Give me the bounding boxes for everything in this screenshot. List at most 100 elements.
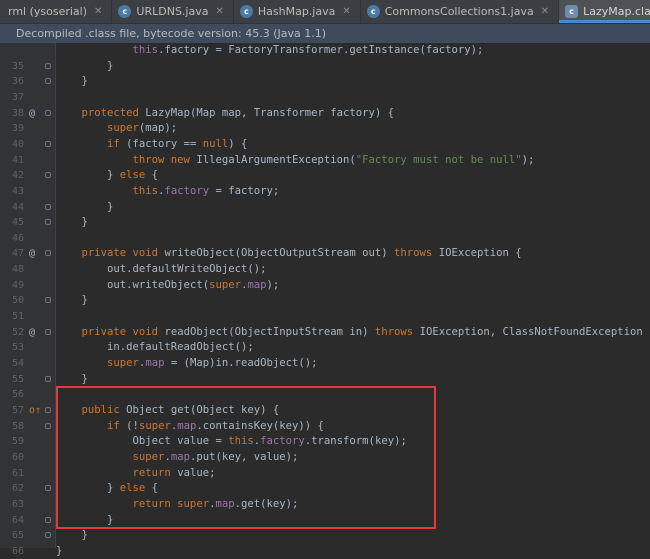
code-line: 46	[0, 231, 650, 246]
code-token: .get(key);	[234, 498, 299, 510]
close-tab-icon[interactable]: ✕	[342, 6, 350, 17]
code-text: }	[56, 544, 62, 559]
code-line: 59 Object value = this.factory.transform…	[0, 434, 650, 449]
code-text: out.defaultWriteObject();	[56, 262, 266, 277]
code-text: } else {	[56, 168, 158, 183]
fold-toggle-icon[interactable]	[45, 517, 51, 523]
code-token: IOException {	[438, 247, 522, 259]
code-line: 58 if (!super.map.containsKey(key)) {	[0, 419, 650, 434]
code-token: (factory ==	[126, 138, 203, 150]
code-token: out.writeObject(	[56, 279, 210, 291]
code-text: if (factory == null) {	[56, 137, 247, 152]
code-text: }	[56, 74, 88, 89]
code-line: 39 super(map);	[0, 121, 650, 136]
fold-toggle-icon[interactable]	[45, 78, 51, 84]
code-text: super(map);	[56, 121, 177, 136]
fold-toggle-icon[interactable]	[45, 407, 51, 413]
tab-rml-ysoserial[interactable]: rml (ysoserial) ✕	[0, 0, 113, 23]
code-text: return value;	[56, 466, 216, 481]
code-text: }	[56, 513, 113, 528]
code-token: .factory = FactoryTransformer.getInstanc…	[158, 44, 484, 56]
code-text: this.factory = FactoryTransformer.getIns…	[56, 43, 484, 58]
code-line: 64 }	[0, 513, 650, 528]
fold-toggle-icon[interactable]	[45, 423, 51, 429]
fold-toggle-icon[interactable]	[45, 297, 51, 303]
code-editor[interactable]: this.factory = FactoryTransformer.getIns…	[0, 43, 650, 557]
code-token: (!	[126, 420, 139, 432]
tab-urldns-java[interactable]: c URLDNS.java ✕	[112, 0, 234, 23]
close-tab-icon[interactable]: ✕	[541, 6, 549, 17]
code-text: }	[56, 59, 113, 74]
fold-toggle-icon[interactable]	[45, 172, 51, 178]
code-token: readObject(ObjectInputStream in)	[164, 326, 375, 338]
line-number: 58	[11, 421, 24, 432]
code-token: ) {	[228, 138, 248, 150]
code-token: return	[56, 467, 178, 479]
code-token: map	[177, 420, 197, 432]
compiled-class-icon: c	[565, 5, 579, 18]
code-line: 56	[0, 387, 650, 402]
code-token: }	[56, 482, 120, 494]
java-class-icon: c	[239, 5, 253, 18]
line-number: 60	[11, 452, 24, 463]
tab-commonscollections1-java[interactable]: c CommonsCollections1.java ✕	[361, 0, 560, 23]
fold-toggle-icon[interactable]	[45, 141, 51, 147]
code-token: {	[151, 169, 159, 181]
code-token: .transform(key);	[304, 435, 407, 447]
annotation-marker-icon[interactable]: @	[29, 325, 39, 340]
code-token: this	[132, 44, 159, 56]
code-token: map	[170, 451, 190, 463]
line-number: 52	[11, 327, 24, 338]
tab-hashmap-java[interactable]: c HashMap.java ✕	[234, 0, 361, 23]
code-text: in.defaultReadObject();	[56, 340, 254, 355]
line-number: 57	[11, 405, 24, 416]
fold-toggle-icon[interactable]	[45, 63, 51, 69]
code-token: public	[56, 404, 127, 416]
java-class-icon: c	[366, 5, 380, 18]
code-line: 37	[0, 90, 650, 105]
code-token: if	[56, 420, 127, 432]
code-token: }	[56, 514, 114, 526]
code-token: );	[266, 279, 280, 291]
line-number: 61	[11, 468, 24, 479]
line-number: 46	[11, 233, 24, 244]
implements-marker-icon[interactable]: o↑	[29, 403, 41, 418]
fold-toggle-icon[interactable]	[45, 250, 51, 256]
fold-toggle-icon[interactable]	[45, 376, 51, 382]
code-line: 45 }	[0, 215, 650, 230]
code-line: 49 out.writeObject(super.map);	[0, 278, 650, 293]
code-token: super	[138, 420, 171, 432]
tab-label: LazyMap.class	[583, 5, 650, 18]
code-token: }	[56, 60, 114, 72]
code-token: }	[56, 373, 88, 385]
annotation-marker-icon[interactable]: @	[29, 246, 39, 261]
editor-tab-bar: rml (ysoserial) ✕ c URLDNS.java ✕ c HashMap.ja…	[0, 0, 650, 24]
code-text: Object value = this.factory.transform(ke…	[56, 434, 407, 449]
fold-toggle-icon[interactable]	[45, 204, 51, 210]
annotation-marker-icon[interactable]: @	[29, 106, 39, 121]
fold-toggle-icon[interactable]	[45, 485, 51, 491]
close-tab-icon[interactable]: ✕	[215, 6, 223, 17]
code-token: }	[56, 294, 88, 306]
code-line: this.factory = FactoryTransformer.getIns…	[0, 43, 650, 58]
line-number: 59	[11, 436, 24, 447]
code-token: }	[56, 169, 120, 181]
code-line: 41 throw new IllegalArgumentException("F…	[0, 153, 650, 168]
java-class-icon: c	[118, 5, 132, 18]
fold-toggle-icon[interactable]	[45, 532, 51, 538]
code-line: 50 }	[0, 293, 650, 308]
code-line: 44 }	[0, 200, 650, 215]
tab-lazymap-class[interactable]: cLazyMap.class✕	[559, 0, 650, 23]
code-token: Object get(Object key) {	[126, 404, 280, 416]
code-text: return super.map.get(key);	[56, 497, 299, 512]
code-line: 53 in.defaultReadObject();	[0, 340, 650, 355]
fold-toggle-icon[interactable]	[45, 110, 51, 116]
code-line: 38 @ protected LazyMap(Map map, Transform…	[0, 106, 650, 121]
code-token: (map);	[138, 122, 178, 134]
close-tab-icon[interactable]: ✕	[94, 6, 102, 17]
fold-toggle-icon[interactable]	[45, 219, 51, 225]
fold-toggle-icon[interactable]	[45, 329, 51, 335]
line-number: 56	[11, 389, 24, 400]
code-token: private void	[56, 247, 165, 259]
